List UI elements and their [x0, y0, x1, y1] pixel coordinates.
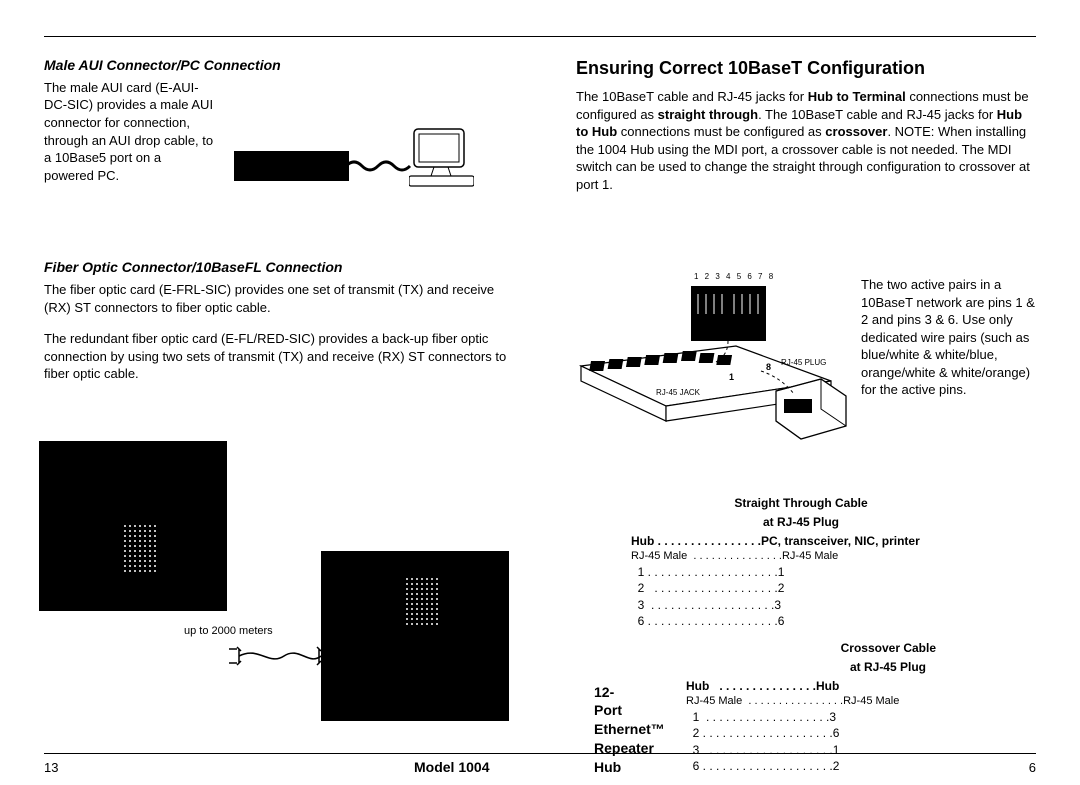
straight-r3: 3 . . . . . . . . . . . . . . . . . . .3	[631, 597, 971, 613]
para-fiber2: The redundant fiber optic card (E-FL/RED…	[44, 330, 514, 383]
cross-r2: 2 . . . . . . . . . . . . . . . . . . . …	[631, 725, 971, 741]
pin8-label: 8	[766, 361, 771, 373]
rj45-jack-label: RJ-45 JACK	[656, 388, 700, 399]
cross-r1: 1 . . . . . . . . . . . . . . . . . . .3	[631, 709, 971, 725]
rj45-diagram-icon	[576, 276, 856, 476]
pin1-label: 1	[729, 371, 734, 383]
drop-cable-icon	[346, 156, 416, 176]
page-number-right: 6	[1029, 759, 1036, 777]
aui-pc-illustration	[234, 126, 484, 216]
straight-r1: 1 . . . . . . . . . . . . . . . . . . . …	[631, 564, 971, 580]
footer-model: Model 1004	[414, 758, 489, 777]
active-pairs-para: The two active pairs in a 10BaseT networ…	[861, 276, 1036, 399]
straight-sub: RJ-45 Male . . . . . . . . . . . . . . .…	[631, 549, 971, 564]
straight-title1: Straight Through Cable	[631, 496, 971, 512]
straight-r2: 2 . . . . . . . . . . . . . . . . . . .2	[631, 580, 971, 596]
cross-head: Hub . . . . . . . . . . . . . . .Hub	[631, 678, 971, 694]
fiber-unit-a-icon	[39, 441, 227, 611]
pinout-tables: Straight Through Cable at RJ-45 Plug Hub…	[631, 496, 971, 774]
pc-monitor-icon	[409, 126, 474, 188]
rule-top	[44, 36, 1036, 37]
heading-aui: Male AUI Connector/PC Connection	[44, 56, 514, 75]
rj45-illustration: 1 2 3 4 5 6 7 8 RJ-45 PLUG RJ-45 JACK 1 …	[576, 276, 1036, 476]
fiber-cable-icon	[229, 641, 329, 671]
straight-r4: 6 . . . . . . . . . . . . . . . . . . . …	[631, 613, 971, 629]
cross-r4: 6 . . . . . . . . . . . . . . . . . . . …	[631, 758, 971, 774]
para-10baset: The 10BaseT cable and RJ-45 jacks for Hu…	[576, 88, 1036, 193]
straight-title2: at RJ-45 Plug	[631, 515, 971, 531]
pin-numbers-label: 1 2 3 4 5 6 7 8	[694, 272, 775, 283]
fiber-unit-b-icon	[321, 551, 509, 721]
heading-fiber: Fiber Optic Connector/10BaseFL Connectio…	[44, 258, 514, 277]
aui-card-icon	[234, 151, 349, 181]
fiber-illustration: up to 2000 meters	[34, 441, 514, 741]
fiber-distance-label: up to 2000 meters	[184, 624, 273, 639]
cross-r3: 3 . . . . . . . . . . . . . . . . . . .1	[631, 742, 971, 758]
heading-10baset: Ensuring Correct 10BaseT Configuration	[576, 56, 1036, 80]
para-aui: The male AUI card (E-AUI-DC-SIC) provide…	[44, 79, 214, 184]
right-column: Ensuring Correct 10BaseT Configuration T…	[576, 56, 1036, 208]
cross-title1: Crossover Cable	[631, 641, 971, 657]
cross-title2: at RJ-45 Plug	[631, 660, 971, 676]
rj45-plug-label: RJ-45 PLUG	[781, 358, 826, 369]
page-number-left: 13	[44, 759, 58, 777]
left-column: Male AUI Connector/PC Connection The mal…	[44, 56, 514, 397]
rule-bottom	[44, 753, 1036, 754]
para-fiber1: The fiber optic card (E-FRL-SIC) provide…	[44, 281, 514, 316]
cross-sub: RJ-45 Male . . . . . . . . . . . . . . .…	[631, 694, 971, 709]
straight-head: Hub . . . . . . . . . . . . . . . .PC, t…	[631, 533, 971, 549]
